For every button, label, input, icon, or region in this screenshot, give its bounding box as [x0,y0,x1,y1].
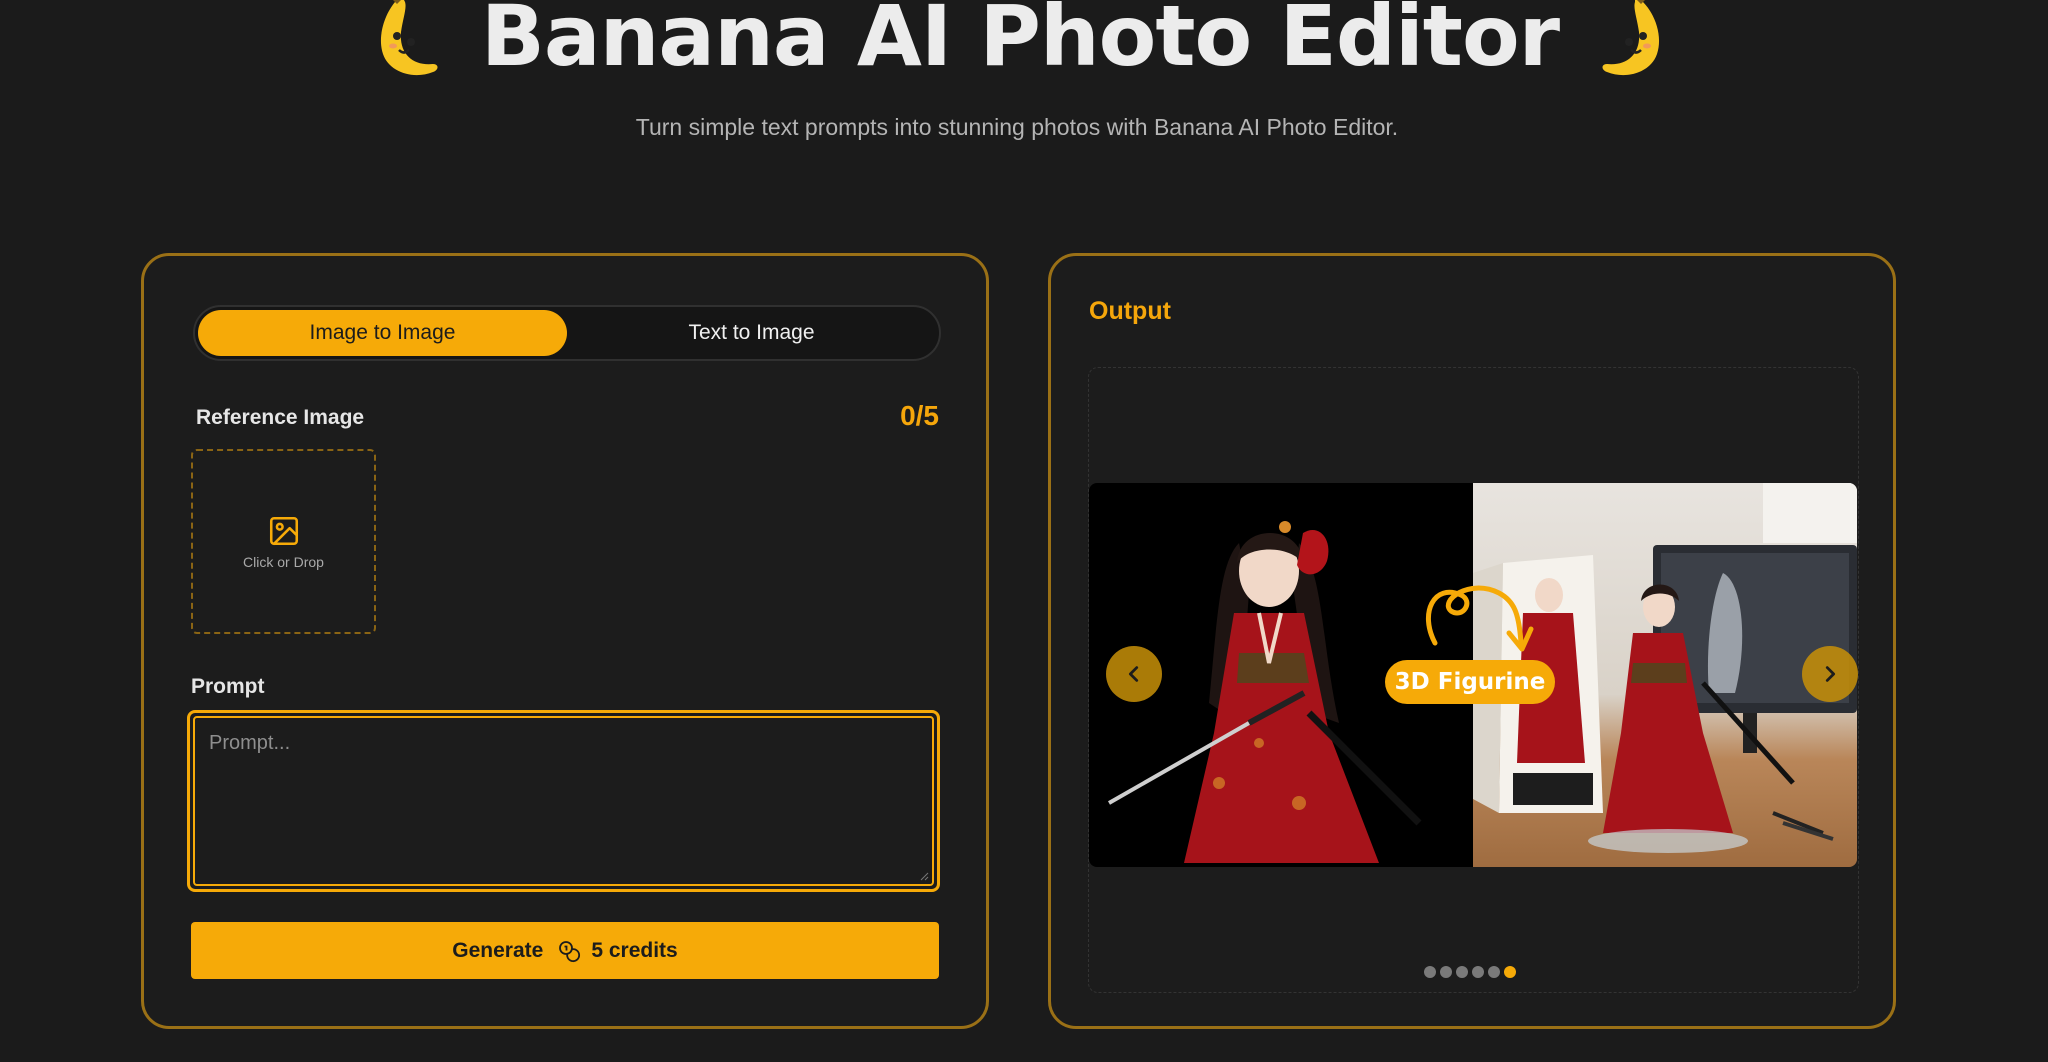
output-panel: Output 3D Figurine [1048,253,1896,1029]
carousel-prev-button[interactable] [1106,646,1162,702]
image-icon [269,516,298,545]
carousel-dot[interactable] [1440,966,1452,978]
output-title: Output [1089,297,1171,325]
banana-mascot-icon [380,0,438,76]
carousel-dot[interactable] [1456,966,1468,978]
page-header: Banana AI Photo Editor [0,0,2040,86]
banana-mascot-icon [1602,0,1660,76]
tab-image-to-image[interactable]: Image to Image [198,310,567,356]
chevron-left-icon [1128,666,1139,682]
reference-image-count: 0/5 [900,400,939,431]
carousel-dot[interactable] [1472,966,1484,978]
carousel-dot[interactable] [1488,966,1500,978]
chevron-right-icon [1825,666,1836,682]
input-panel: Image to Image Text to Image Reference I… [141,253,989,1029]
carousel-next-button[interactable] [1802,646,1858,702]
generate-button[interactable]: Generate 5 credits [191,922,939,979]
example-carousel-slide: 3D Figurine [1089,483,1857,867]
resize-grip-icon[interactable] [919,871,929,881]
reference-image-label: Reference Image [196,406,365,429]
prompt-field-wrapper [187,710,940,892]
carousel-dot[interactable] [1424,966,1436,978]
prompt-input[interactable] [193,716,934,886]
image-upload-dropzone[interactable]: Click or Drop [191,449,376,634]
tab-text-to-image[interactable]: Text to Image [567,310,936,356]
page-title: Banana AI Photo Editor [480,0,1560,85]
generate-label: Generate [452,938,544,962]
output-preview-area: 3D Figurine [1088,367,1859,993]
coins-icon [559,940,581,962]
carousel-pagination [1424,966,1516,978]
credits-label: 5 credits [591,938,678,962]
slide-badge: 3D Figurine [1385,660,1555,704]
carousel-dot-active[interactable] [1504,966,1516,978]
page-subtitle: Turn simple text prompts into stunning p… [635,114,1399,140]
dropzone-label: Click or Drop [243,553,324,570]
mode-tabs: Image to Image Text to Image [193,305,941,361]
prompt-label: Prompt [191,675,265,698]
